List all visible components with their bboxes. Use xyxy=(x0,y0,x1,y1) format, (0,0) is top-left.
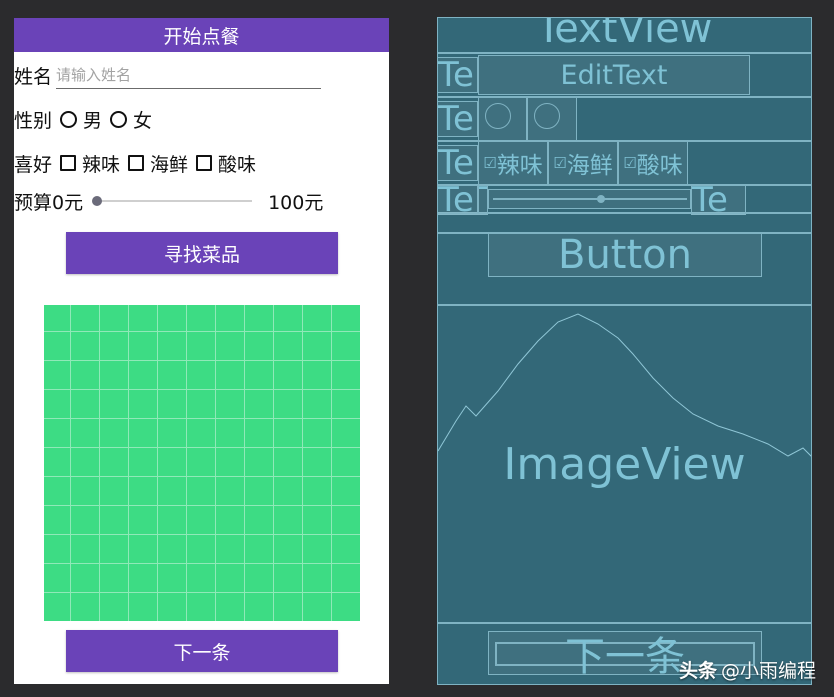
bp-radio-1[interactable] xyxy=(478,97,527,141)
app-title-bar: 开始点餐 xyxy=(14,18,389,52)
bp-te-1-label: Te xyxy=(438,57,474,93)
hobby-row: 喜好 辣味 海鲜 酸味 xyxy=(14,146,256,180)
bp-check-3-box: ☑ xyxy=(623,154,637,172)
next-button[interactable]: 下一条 xyxy=(66,630,338,672)
gender-male-label: 男 xyxy=(83,109,103,132)
hobby-sour-checkbox[interactable] xyxy=(196,155,213,171)
bp-te-6: Te xyxy=(691,185,746,215)
bp-check-1-box: ☑ xyxy=(483,154,497,172)
gender-male-radio[interactable] xyxy=(60,110,78,128)
bp-check-2-box: ☑ xyxy=(553,154,567,172)
budget-label: 预算0元 xyxy=(14,191,84,214)
bp-button[interactable]: Button xyxy=(488,233,762,277)
bp-te-6-label: Te xyxy=(692,185,728,215)
watermark: 头条 @小雨编程 xyxy=(679,656,816,683)
bp-te-2-label: Te xyxy=(438,101,474,137)
bp-imageview: ImageView xyxy=(437,305,812,623)
bp-te-3: Te xyxy=(437,145,478,181)
bp-imageview-label: ImageView xyxy=(503,438,746,490)
name-label: 姓名 xyxy=(14,65,53,88)
bp-edittext-label: EditText xyxy=(560,59,668,91)
find-dish-button[interactable]: 寻找菜品 xyxy=(66,232,338,274)
next-button-label: 下一条 xyxy=(173,641,231,664)
hobby-seafood-checkbox[interactable] xyxy=(128,155,145,171)
bp-te-4: Te xyxy=(437,185,478,215)
gender-row: 性别 男 女 xyxy=(14,102,152,136)
bp-spacer xyxy=(437,213,812,233)
app-title: 开始点餐 xyxy=(163,25,240,48)
bp-radio-1-circle xyxy=(485,103,511,129)
bp-te-3-label: Te xyxy=(438,145,474,181)
bp-seekbar-track xyxy=(493,198,687,200)
name-row: 姓名 xyxy=(14,58,389,92)
hobby-spicy-label: 辣味 xyxy=(82,153,121,176)
bp-te-4-label: Te xyxy=(438,185,474,215)
hobby-seafood-label: 海鲜 xyxy=(150,153,189,176)
bp-te-1: Te xyxy=(437,57,478,93)
bp-button-label: Button xyxy=(558,233,692,277)
bp-check-2-label: 海鲜 xyxy=(566,153,613,179)
gender-female-radio[interactable] xyxy=(110,110,128,128)
budget-slider-thumb[interactable] xyxy=(92,196,103,206)
bp-check-1[interactable]: ☑ 辣味 xyxy=(478,141,548,185)
hobby-spicy-checkbox[interactable] xyxy=(60,155,77,171)
budget-row: 预算0元 100元 xyxy=(14,184,389,218)
design-preview: 开始点餐 姓名 性别 男 女 喜好 辣味 海鲜 酸味 预算0元 100元 寻找菜… xyxy=(14,18,389,684)
bp-seekbar[interactable] xyxy=(488,189,691,209)
name-input[interactable] xyxy=(56,61,322,89)
bp-seekbar-thumb xyxy=(597,195,605,203)
gender-female-label: 女 xyxy=(133,109,153,132)
blueprint-preview: TextView Te EditText Te Te ☑ 辣味 ☑ 海鲜 ☑ 酸味 T… xyxy=(437,17,812,685)
budget-slider[interactable] xyxy=(92,196,253,206)
bp-radio-2-circle xyxy=(534,103,560,129)
bp-edittext[interactable]: EditText xyxy=(478,55,750,95)
dish-image xyxy=(44,305,360,621)
bp-check-3-label: 酸味 xyxy=(636,153,683,179)
bp-textview-label: TextView xyxy=(536,17,713,52)
bp-next-label: 下一条 xyxy=(565,634,685,675)
hobby-label: 喜好 xyxy=(14,153,53,176)
hobby-sour-label: 酸味 xyxy=(218,153,257,176)
gender-label: 性别 xyxy=(14,109,53,132)
bp-textview[interactable]: TextView xyxy=(437,17,812,53)
bp-check-2[interactable]: ☑ 海鲜 xyxy=(548,141,618,185)
bp-radio-2[interactable] xyxy=(527,97,577,141)
bp-check-3[interactable]: ☑ 酸味 xyxy=(618,141,688,185)
bp-check-1-label: 辣味 xyxy=(496,153,543,179)
watermark-brand: 头条 xyxy=(678,660,717,682)
bp-te-5-label: Te xyxy=(479,186,487,214)
bp-te-5: Te xyxy=(478,185,488,215)
bp-te-2: Te xyxy=(437,101,478,137)
watermark-handle: @小雨编程 xyxy=(720,660,816,682)
budget-max-label: 100元 xyxy=(268,191,324,214)
find-dish-button-label: 寻找菜品 xyxy=(163,243,240,266)
